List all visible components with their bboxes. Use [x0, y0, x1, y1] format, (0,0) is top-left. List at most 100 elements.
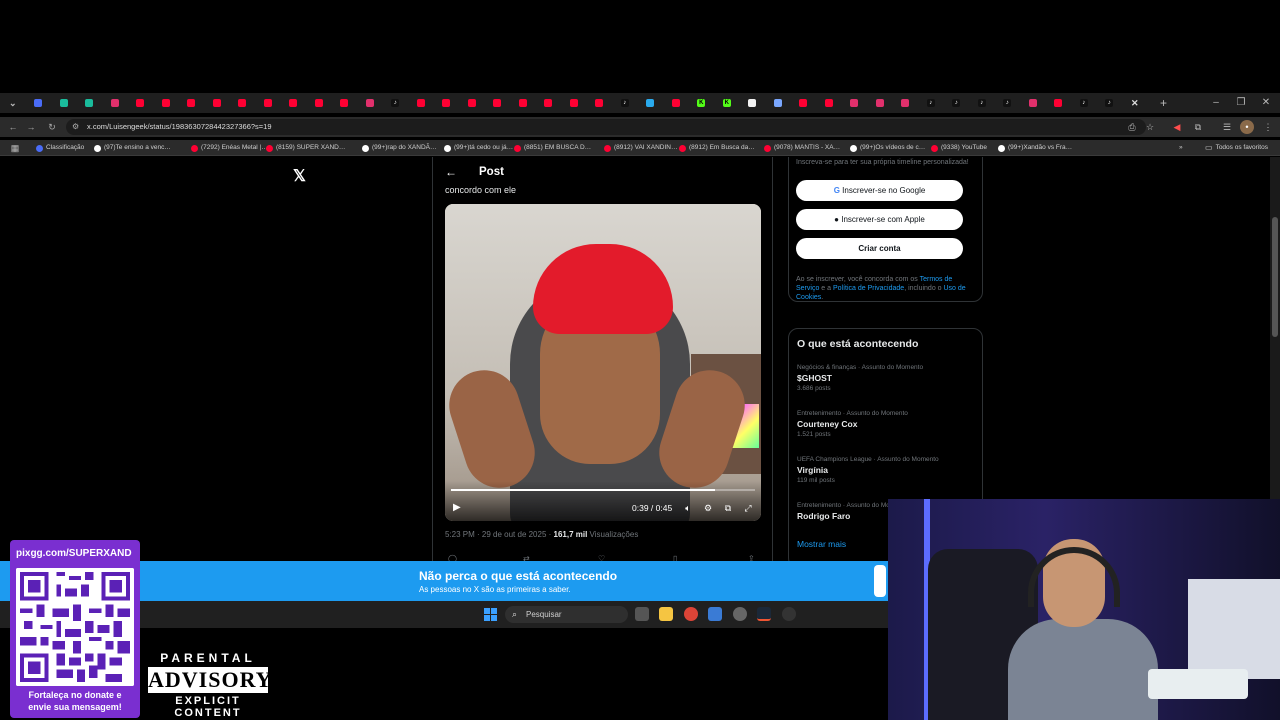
file-explorer-icon[interactable]	[659, 607, 673, 621]
bookmark-overflow-icon[interactable]: »	[1179, 143, 1183, 153]
taskbar-search[interactable]: ⌕ Pesquisar	[505, 606, 628, 623]
browser-tab[interactable]: ♪	[612, 93, 638, 113]
profile-avatar-icon[interactable]: •	[1240, 120, 1254, 134]
bookmark-item[interactable]: (99+)Xandão vs Fra…	[998, 143, 1072, 153]
create-account-button[interactable]: Criar conta	[796, 238, 963, 259]
bookmark-item[interactable]: (7292) Enéas Metal |…	[191, 143, 268, 153]
tab-search-icon[interactable]: ☰	[1220, 120, 1234, 134]
browser-tab[interactable]	[842, 93, 868, 113]
bookmark-star-icon[interactable]: ☆	[1143, 120, 1157, 134]
bookmark-item[interactable]: (9078) MANTIS - XA…	[764, 143, 840, 153]
windows-start-icon[interactable]	[484, 608, 497, 621]
browser-tab[interactable]	[485, 93, 511, 113]
browser-tab[interactable]	[102, 93, 128, 113]
install-app-icon[interactable]: ⎙	[1125, 120, 1139, 134]
browser-tab[interactable]	[179, 93, 205, 113]
bookmark-item[interactable]: (8851) EM BUSCA D…	[514, 143, 591, 153]
extensions-icon[interactable]: ⧉	[1191, 120, 1205, 134]
browser-tab[interactable]	[357, 93, 383, 113]
browser-tab[interactable]	[740, 93, 766, 113]
browser-tab[interactable]: ♪	[995, 93, 1021, 113]
browser-tab[interactable]	[459, 93, 485, 113]
browser-tab[interactable]	[765, 93, 791, 113]
browser-tab[interactable]	[893, 93, 919, 113]
browser-tab[interactable]	[638, 93, 664, 113]
browser-tab[interactable]: ♪	[1097, 93, 1123, 113]
bookmark-item[interactable]: (8912) Em Busca da…	[679, 143, 755, 153]
browser-tab[interactable]	[128, 93, 154, 113]
browser-tab[interactable]	[408, 93, 434, 113]
restore-icon[interactable]: ❐	[1229, 93, 1253, 113]
bookmark-item[interactable]: (8159) SUPER XAND…	[266, 143, 345, 153]
bookmark-item[interactable]: (99+)Os vídeos de c…	[850, 143, 925, 153]
bookmark-item[interactable]: (9338) YouTube	[931, 143, 987, 153]
browser-tab[interactable]	[1046, 93, 1072, 113]
browser-tab[interactable]	[561, 93, 587, 113]
apps-grid-icon[interactable]: ▦	[8, 141, 22, 155]
browser-tab[interactable]	[332, 93, 358, 113]
video-progress-bar[interactable]	[451, 489, 755, 491]
obs-icon[interactable]	[782, 607, 796, 621]
x-logo-icon[interactable]: 𝕏	[293, 166, 306, 186]
browser-tab[interactable]: ♪	[918, 93, 944, 113]
steam-icon[interactable]	[757, 607, 771, 621]
trend-item[interactable]: Negócios & finanças · Assunto do Momento…	[797, 364, 977, 392]
settings-gear-icon[interactable]: ⚙	[702, 503, 714, 514]
apple-signup-button[interactable]: ● Inscrever-se com Apple	[796, 209, 963, 230]
forward-icon[interactable]: →	[22, 117, 40, 137]
browser-tab[interactable]	[26, 93, 52, 113]
task-view-icon[interactable]	[635, 607, 649, 621]
bookmark-item[interactable]: (99+)rap do XANDÃ…	[362, 143, 437, 153]
reload-icon[interactable]: ↻	[43, 117, 61, 137]
browser-tab[interactable]	[663, 93, 689, 113]
play-icon[interactable]: ▶	[453, 502, 461, 513]
scrollbar-thumb[interactable]	[1272, 217, 1278, 337]
repost-icon[interactable]: ⇄	[523, 554, 530, 561]
browser-tab[interactable]	[587, 93, 613, 113]
browser-tab[interactable]: ♪	[969, 93, 995, 113]
bookmark-item[interactable]: (99+)tá cedo ou já…	[444, 143, 513, 153]
audio-playing-icon[interactable]: ◀	[1170, 120, 1184, 134]
url-text[interactable]: x.com/Luisengeek/status/1983630728442327…	[87, 122, 272, 131]
browser-tab[interactable]	[816, 93, 842, 113]
browser-tab[interactable]	[867, 93, 893, 113]
bookmark-icon[interactable]: ▯	[673, 554, 677, 561]
bookmark-item[interactable]: Classificação	[36, 143, 84, 153]
browser-tab[interactable]: ♪	[383, 93, 409, 113]
browser-tab[interactable]	[434, 93, 460, 113]
menu-kebab-icon[interactable]: ⋮	[1261, 120, 1275, 134]
video-player[interactable]: ▶ 0:39 / 0:45 🔈︎ ⚙ ⧉ ⤢	[445, 204, 761, 521]
bookmark-item[interactable]: (8912) VAI XANDIN…	[604, 143, 677, 153]
browser-tab[interactable]: ♪	[1071, 93, 1097, 113]
back-arrow-icon[interactable]: ←	[445, 165, 457, 179]
browser-tab[interactable]: K	[689, 93, 715, 113]
browser-tab[interactable]	[255, 93, 281, 113]
reply-icon[interactable]: ◯	[448, 554, 457, 561]
browser-tab[interactable]	[77, 93, 103, 113]
tab-list-chevron-icon[interactable]: ⌄	[0, 93, 26, 113]
app-icon[interactable]	[708, 607, 722, 621]
browser-tab[interactable]	[536, 93, 562, 113]
like-icon[interactable]: ♡	[598, 554, 605, 561]
url-omnibox[interactable]: ⚙ x.com/Luisengeek/status/19836307284423…	[66, 119, 1146, 135]
browser-tab[interactable]	[281, 93, 307, 113]
browser-tab[interactable]	[153, 93, 179, 113]
privacy-link[interactable]: Política de Privacidade	[833, 285, 904, 292]
browser-tab[interactable]	[510, 93, 536, 113]
google-signup-button[interactable]: G Inscrever-se no Google	[796, 180, 963, 201]
all-bookmarks-folder[interactable]: ▭ Todos os favoritos	[1205, 143, 1268, 153]
bookmark-item[interactable]: (97)Te ensino a venc…	[94, 143, 171, 153]
active-tab-close-icon[interactable]: ✕	[1122, 93, 1148, 113]
share-icon[interactable]: ⇪	[748, 554, 755, 561]
trend-item[interactable]: Entretenimento · Assunto do Momento Cour…	[797, 410, 977, 438]
settings-icon[interactable]	[733, 607, 747, 621]
browser-tab[interactable]: ♪	[944, 93, 970, 113]
close-window-icon[interactable]: ✕	[1254, 93, 1278, 113]
show-more-link[interactable]: Mostrar mais	[797, 539, 846, 549]
browser-tab[interactable]: K	[714, 93, 740, 113]
browser-tab[interactable]	[1020, 93, 1046, 113]
new-tab-button[interactable]: +	[1154, 96, 1174, 110]
trend-item[interactable]: UEFA Champions League · Assunto do Momen…	[797, 456, 977, 484]
browser-tab[interactable]	[306, 93, 332, 113]
back-icon[interactable]: ←	[4, 117, 22, 137]
